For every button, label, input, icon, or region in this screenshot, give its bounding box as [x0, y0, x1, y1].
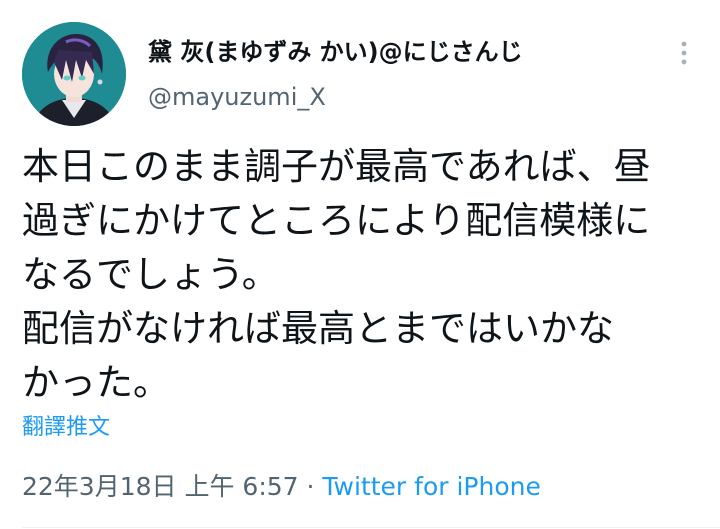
- tweet-text-line: かった。: [22, 361, 170, 404]
- tweet-card: 黛 灰(まゆずみ かい)@にじさんじ @mayuzumi_X 本日このまま調子が…: [0, 0, 720, 529]
- avatar[interactable]: [22, 22, 126, 126]
- tweet-meta: 22年3月18日 上午 6:57 · Twitter for iPhone: [22, 470, 541, 504]
- meta-separator: ·: [298, 472, 323, 501]
- tweet-text: 本日このまま調子が最高であれば、昼 過ぎにかけてところにより配信模様に なるでし…: [22, 140, 702, 410]
- tweet-text-line: 本日このまま調子が最高であれば、昼: [22, 145, 651, 188]
- tweet-text-line: 過ぎにかけてところにより配信模様に: [22, 199, 651, 242]
- author-display-name[interactable]: 黛 灰(まゆずみ かい)@にじさんじ: [148, 37, 523, 67]
- more-vertical-icon[interactable]: [672, 38, 696, 68]
- tweet-timestamp[interactable]: 22年3月18日 上午 6:57: [22, 472, 299, 501]
- divider: [22, 527, 720, 528]
- character-avatar-icon: [22, 22, 126, 126]
- translate-tweet-link[interactable]: 翻譯推文: [22, 413, 110, 443]
- author-handle[interactable]: @mayuzumi_X: [148, 82, 326, 112]
- tweet-text-line: なるでしょう。: [22, 253, 279, 296]
- tweet-text-line: 配信がなければ最高とまではいかな: [22, 307, 614, 350]
- tweet-source-link[interactable]: Twitter for iPhone: [322, 472, 540, 501]
